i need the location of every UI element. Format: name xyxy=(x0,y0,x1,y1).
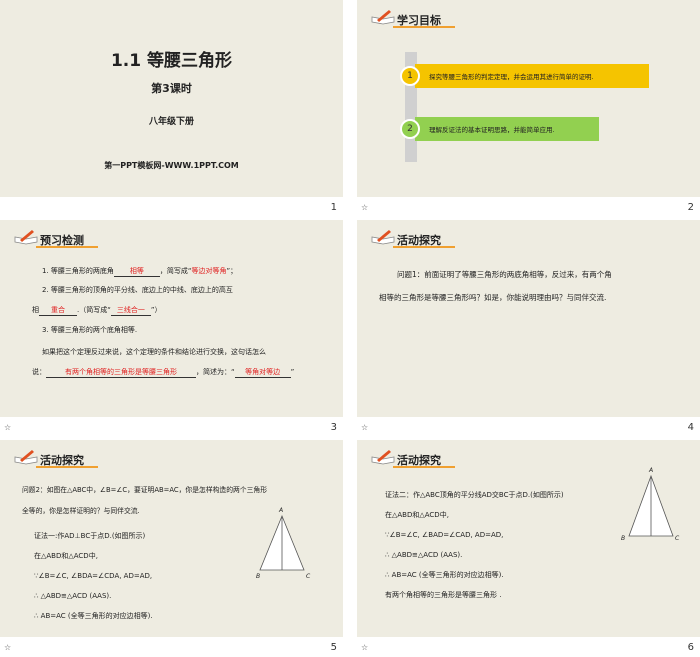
proof-line: ∵∠B=∠C, ∠BAD=∠CAD, AD=AD, xyxy=(385,531,504,539)
proof-line: ∴ △ABD≌△ACD (AAS). xyxy=(34,592,112,600)
slide-number: 4 xyxy=(687,422,694,433)
proof-line: ∴ AB=AC (全等三角形的对应边相等). xyxy=(385,571,504,579)
proof-line: ∴ AB=AC (全等三角形的对应边相等). xyxy=(34,612,153,620)
slide-3[interactable]: 预习检测 1. 等腰三角形的两底角 相等 ，简写成“等边对等角”； 2. 等腰三角形… xyxy=(0,220,343,417)
vertex-label: C xyxy=(675,535,680,542)
text-line: 全等的，你是怎样证明的？与同伴交流. xyxy=(22,507,140,515)
slide-header: 预习检测 xyxy=(14,228,114,250)
header-underline xyxy=(36,466,98,468)
slide-number: 1 xyxy=(330,202,337,213)
slide-3-footer: ☆ 3 xyxy=(0,417,343,437)
proof-line: 证法一:作AD⊥BC于点D.(如图所示) xyxy=(34,532,146,540)
slide-4-footer: ☆ 4 xyxy=(357,417,700,437)
triangle-diagram xyxy=(259,514,305,571)
triangle-diagram xyxy=(628,474,674,537)
pen-book-icon xyxy=(371,10,395,25)
goal-index: 1 xyxy=(407,71,413,81)
header-underline xyxy=(36,246,98,248)
slide-number: 2 xyxy=(687,202,694,213)
answer-blank: 三线合一 xyxy=(110,305,151,316)
star-icon: ☆ xyxy=(4,643,12,652)
pen-book-icon xyxy=(371,450,395,465)
slide-number: 5 xyxy=(330,642,337,653)
vertex-label: A xyxy=(649,467,654,474)
slide-title: 1.1 等腰三角形 xyxy=(110,51,233,71)
star-icon: ☆ xyxy=(4,423,12,432)
slide-6[interactable]: 活动探究 证法二：作△ABC顶角的平分线AD交BC于点D.(如图所示) 在△AB… xyxy=(357,440,700,637)
text-line: 相等的三角形是等腰三角形吗？如是，你能说明理由吗？与同伴交流. xyxy=(379,293,607,302)
slide-4[interactable]: 活动探究 问题1：前面证明了等腰三角形的两底角相等，反过来，有两个角 相等的三角… xyxy=(357,220,700,417)
proof-line: ∵∠B=∠C, ∠BDA=∠CDA, AD=AD, xyxy=(34,572,153,580)
slide-1-footer: 1 xyxy=(0,197,343,217)
text-line: 2. 等腰三角形的顶角的平分线、底边上的中线、底边上的高互 xyxy=(42,286,233,294)
text-line: 如果把这个定理反过来说，这个定理的条件和结论进行交换，这句话怎么 xyxy=(42,348,266,356)
slide-2-footer: ☆ 2 xyxy=(357,197,700,217)
header-underline xyxy=(393,466,455,468)
slide-number: 6 xyxy=(687,642,694,653)
goal-index-badge: 2 xyxy=(400,119,420,139)
proof-line: 在△ABD和△ACD中, xyxy=(34,552,98,560)
pen-book-icon xyxy=(371,230,395,245)
star-icon: ☆ xyxy=(361,423,369,432)
proof-line: ∴ △ABD≌△ACD (AAS). xyxy=(385,551,463,559)
text-line: 问题2：如图在△ABC中，∠B=∠C，要证明AB=AC，你是怎样构造的两个三角形 xyxy=(22,486,267,494)
answer-blank: 有两个角相等的三角形是等腰三角形 xyxy=(46,367,196,378)
slide-6-footer: ☆ 6 xyxy=(357,637,700,657)
vertex-label: B xyxy=(256,573,261,580)
vertex-label: A xyxy=(279,507,284,514)
proof-line: 在△ABD和△ACD中, xyxy=(385,511,449,519)
slide-5[interactable]: 活动探究 问题2：如图在△ABC中，∠B=∠C，要证明AB=AC，你是怎样构造的… xyxy=(0,440,343,637)
text-line: 3. 等腰三角形的两个底角相等. xyxy=(42,326,138,334)
slide-grade: 八年级下册 xyxy=(148,117,194,127)
slide-number: 3 xyxy=(330,422,337,433)
slide-header: 活动探究 xyxy=(14,448,114,470)
text-line: 问题1：前面证明了等腰三角形的两底角相等，反过来，有两个角 xyxy=(397,270,612,279)
slide-header: 活动探究 xyxy=(371,228,471,250)
answer-blank: 重合 xyxy=(39,305,77,316)
goal-item: 理解反证法的基本证明思路，并能简单应用. xyxy=(415,117,599,141)
slide-subtitle: 第3课时 xyxy=(151,82,192,95)
star-icon: ☆ xyxy=(361,643,369,652)
goal-index-badge: 1 xyxy=(400,66,420,86)
goal-text: 理解反证法的基本证明思路，并能简单应用. xyxy=(429,126,555,134)
goal-text: 探究等腰三角形的判定定理，并会运用其进行简单的证明. xyxy=(429,73,594,81)
pen-book-icon xyxy=(14,450,38,465)
answer-blank: 相等 xyxy=(113,266,160,277)
goal-index: 2 xyxy=(407,124,413,134)
slide-5-footer: ☆ 5 xyxy=(0,637,343,657)
text-line: 1. 等腰三角形的两底角 相等 ，简写成“等边对等角”； xyxy=(42,266,238,277)
answer-text: 等边对等角 xyxy=(191,267,227,275)
vertex-label: B xyxy=(621,535,626,542)
answer-blank: 等角对等边 xyxy=(234,367,291,378)
slide-2[interactable]: 学习目标 探究等腰三角形的判定定理，并会运用其进行简单的证明. 1 理解反证法的… xyxy=(357,0,700,197)
header-underline xyxy=(393,26,455,28)
vertex-label: C xyxy=(306,573,311,580)
text-line: 说： 有两个角相等的三角形是等腰三角形 ，简述为：“ 等角对等边” xyxy=(32,367,295,378)
proof-line: 有两个角相等的三角形是等腰三角形 . xyxy=(385,591,502,599)
slide-header: 活动探究 xyxy=(371,448,471,470)
text-line: 相重合 .（简写成“ 三线合一”） xyxy=(32,305,162,316)
slide-1[interactable]: 1.1 等腰三角形 第3课时 八年级下册 第一PPT模板网-WWW.1PPT.C… xyxy=(0,0,343,197)
pen-book-icon xyxy=(14,230,38,245)
proof-line: 证法二：作△ABC顶角的平分线AD交BC于点D.(如图所示) xyxy=(385,491,564,499)
header-underline xyxy=(393,246,455,248)
slide-header: 学习目标 xyxy=(371,8,471,30)
star-icon: ☆ xyxy=(361,203,369,212)
goal-item: 探究等腰三角形的判定定理，并会运用其进行简单的证明. xyxy=(415,64,649,88)
slide-site: 第一PPT模板网-WWW.1PPT.COM xyxy=(104,161,239,170)
